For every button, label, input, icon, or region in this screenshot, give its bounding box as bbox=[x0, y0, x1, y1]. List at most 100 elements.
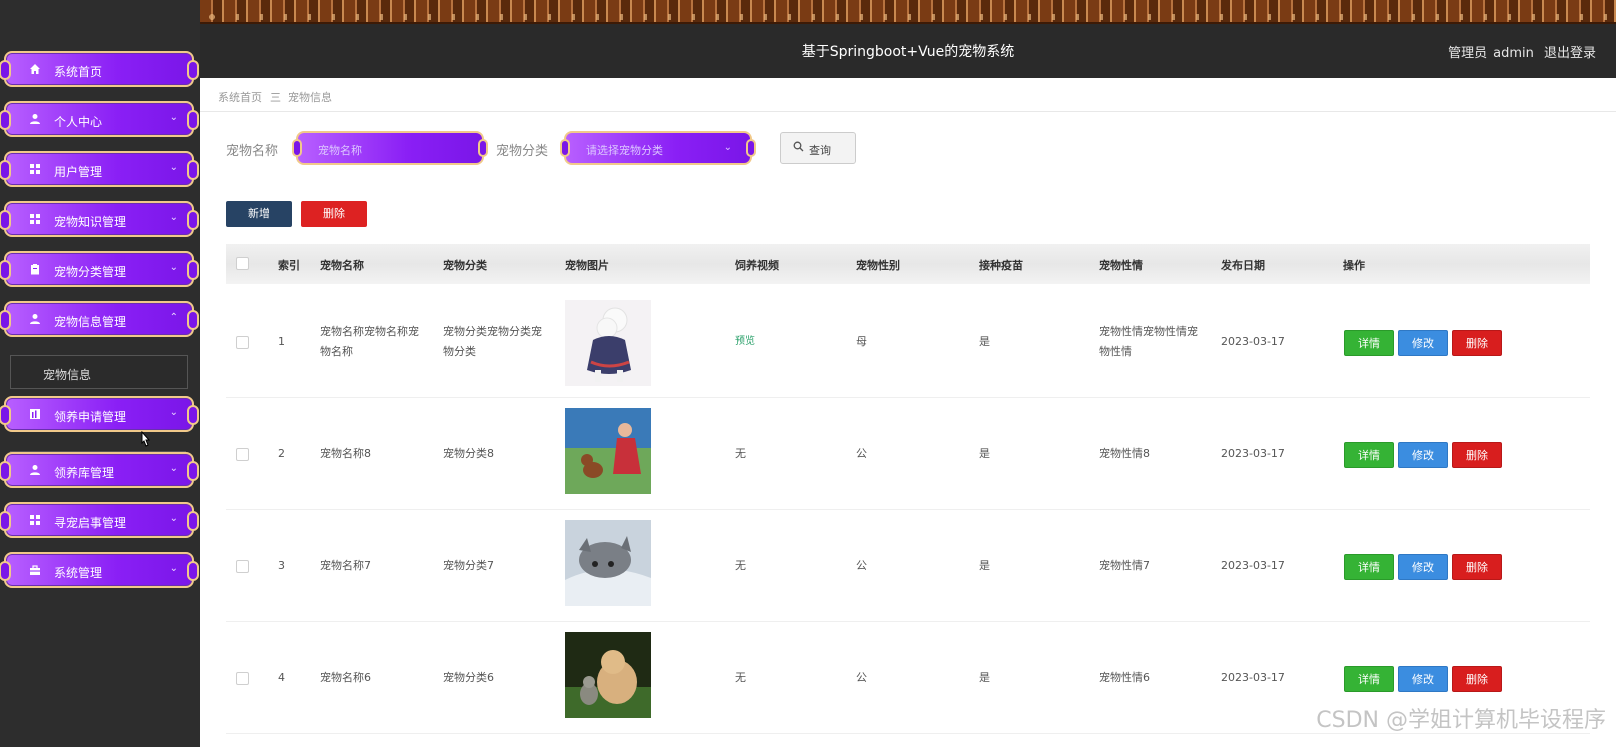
query-button[interactable]: 查询 bbox=[780, 132, 856, 164]
pet-category-label: 宠物分类 bbox=[496, 144, 549, 159]
user-info: 管理员 admin 退出登录 bbox=[1442, 42, 1596, 61]
cell-gender: 公 bbox=[856, 671, 867, 684]
cell-date: 2023-03-17 bbox=[1221, 671, 1285, 684]
row-checkbox[interactable] bbox=[236, 336, 249, 349]
menu-label: 领养申请管理 bbox=[54, 410, 127, 424]
search-icon bbox=[793, 141, 804, 155]
mouse-cursor-icon bbox=[141, 431, 151, 447]
cell-video: 无 bbox=[735, 447, 746, 460]
cell-index: 2 bbox=[278, 447, 285, 460]
ornament bbox=[187, 405, 199, 425]
grid-icon bbox=[28, 514, 42, 528]
menu-item-pet-category[interactable]: 宠物分类管理 ⌄ bbox=[0, 251, 199, 287]
watermark: CSDN @学姐计算机毕设程序 bbox=[1316, 708, 1606, 733]
ornament bbox=[187, 260, 199, 280]
chevron-down-icon: ⌄ bbox=[169, 212, 178, 223]
pet-category-placeholder: 请选择宠物分类 bbox=[586, 144, 663, 157]
edit-button[interactable]: 修改 bbox=[1398, 442, 1448, 468]
cell-pet-category: 宠物分类8 bbox=[443, 447, 494, 460]
chevron-down-icon: ⌄ bbox=[169, 407, 178, 418]
person-icon bbox=[28, 313, 42, 327]
table-row: 2 宠物名称8 宠物分类8 无 公 是 宠物性情8 2023-03-17 详情 … bbox=[226, 398, 1590, 510]
chevron-down-icon: ⌄ bbox=[169, 513, 178, 524]
detail-button[interactable]: 详情 bbox=[1344, 442, 1394, 468]
delete-button[interactable]: 删除 bbox=[1452, 330, 1502, 356]
detail-button[interactable]: 详情 bbox=[1344, 330, 1394, 356]
chevron-down-icon: ⌄ bbox=[169, 463, 178, 474]
detail-button[interactable]: 详情 bbox=[1344, 666, 1394, 692]
detail-button[interactable]: 详情 bbox=[1344, 554, 1394, 580]
row-checkbox[interactable] bbox=[236, 560, 249, 573]
menu-item-user-management[interactable]: 用户管理 ⌄ bbox=[0, 151, 199, 187]
cell-temper: 宠物性情6 bbox=[1099, 671, 1150, 684]
menu-item-pet-info[interactable]: 宠物信息管理 ⌃ bbox=[0, 301, 199, 337]
cell-vaccine: 是 bbox=[979, 335, 990, 348]
cell-pet-name: 宠物名称宠物名称宠物名称 bbox=[320, 325, 419, 358]
edit-button[interactable]: 修改 bbox=[1398, 330, 1448, 356]
batch-delete-button[interactable]: 删除 bbox=[301, 201, 367, 227]
cell-vaccine: 是 bbox=[979, 559, 990, 572]
menu-item-adoption-application[interactable]: 领养申请管理 ⌄ bbox=[0, 396, 199, 432]
ornament bbox=[0, 160, 11, 180]
chevron-down-icon: ⌄ bbox=[169, 262, 178, 273]
edit-button[interactable]: 修改 bbox=[1398, 666, 1448, 692]
ornament bbox=[187, 210, 199, 230]
menu-item-system-management[interactable]: 系统管理 ⌄ bbox=[0, 552, 199, 588]
column-header: 索引 bbox=[278, 259, 300, 272]
logout-link[interactable]: 退出登录 bbox=[1544, 46, 1596, 61]
briefcase-icon bbox=[28, 564, 42, 578]
menu-label: 宠物知识管理 bbox=[54, 215, 127, 229]
ornament bbox=[187, 310, 199, 330]
cell-index: 1 bbox=[278, 335, 285, 348]
cell-date: 2023-03-17 bbox=[1221, 335, 1285, 348]
row-checkbox[interactable] bbox=[236, 672, 249, 685]
pet-image bbox=[565, 632, 651, 718]
add-button[interactable]: 新增 bbox=[226, 201, 292, 227]
menu-item-adoption-library[interactable]: 领养库管理 ⌄ bbox=[0, 452, 199, 488]
column-header: 宠物图片 bbox=[565, 259, 609, 272]
pet-name-placeholder: 宠物名称 bbox=[318, 144, 362, 157]
submenu-label: 宠物信息 bbox=[43, 368, 92, 382]
menu-item-personal-center[interactable]: 个人中心 ⌄ bbox=[0, 101, 199, 137]
delete-button[interactable]: 删除 bbox=[1452, 666, 1502, 692]
ornament bbox=[187, 60, 199, 80]
cell-gender: 公 bbox=[856, 559, 867, 572]
ornament bbox=[187, 461, 199, 481]
decorative-banner bbox=[200, 0, 1616, 24]
pet-category-select[interactable]: 请选择宠物分类 ⌄ bbox=[560, 131, 756, 165]
ornament bbox=[292, 139, 302, 157]
ornament bbox=[187, 160, 199, 180]
video-preview-link[interactable]: 预览 bbox=[735, 332, 755, 352]
grid-icon bbox=[28, 163, 42, 177]
ornament bbox=[746, 139, 756, 157]
cell-gender: 公 bbox=[856, 447, 867, 460]
cell-temper: 宠物性情8 bbox=[1099, 447, 1150, 460]
column-header: 接种疫苗 bbox=[979, 259, 1023, 272]
username: admin bbox=[1493, 46, 1534, 61]
pet-name-input[interactable]: 宠物名称 bbox=[292, 131, 488, 165]
column-header: 宠物性别 bbox=[856, 259, 900, 272]
cell-video: 无 bbox=[735, 559, 746, 572]
row-checkbox[interactable] bbox=[236, 448, 249, 461]
table-row: 3 宠物名称7 宠物分类7 无 公 是 宠物性情7 2023-03-17 详情 … bbox=[226, 510, 1590, 622]
delete-button[interactable]: 删除 bbox=[1452, 442, 1502, 468]
menu-label: 领养库管理 bbox=[54, 466, 115, 480]
column-header: 宠物性情 bbox=[1099, 259, 1143, 272]
menu-item-home[interactable]: 系统首页 bbox=[0, 51, 199, 87]
ornament bbox=[0, 260, 11, 280]
ornament bbox=[187, 511, 199, 531]
ornament bbox=[0, 461, 11, 481]
cell-pet-category: 宠物分类7 bbox=[443, 559, 494, 572]
edit-button[interactable]: 修改 bbox=[1398, 554, 1448, 580]
breadcrumb-home[interactable]: 系统首页 bbox=[218, 89, 262, 105]
menu-item-lost-pet-notice[interactable]: 寻宠启事管理 ⌄ bbox=[0, 502, 199, 538]
menu-label: 宠物信息管理 bbox=[54, 315, 127, 329]
sidebar-subitem-pet-info[interactable]: 宠物信息 bbox=[10, 355, 188, 389]
query-label: 查询 bbox=[809, 144, 831, 157]
column-header: 饲养视频 bbox=[735, 259, 779, 272]
delete-button[interactable]: 删除 bbox=[1452, 554, 1502, 580]
menu-item-pet-knowledge[interactable]: 宠物知识管理 ⌄ bbox=[0, 201, 199, 237]
ornament bbox=[0, 210, 11, 230]
cell-pet-category: 宠物分类6 bbox=[443, 671, 494, 684]
select-all-checkbox[interactable] bbox=[236, 257, 249, 270]
